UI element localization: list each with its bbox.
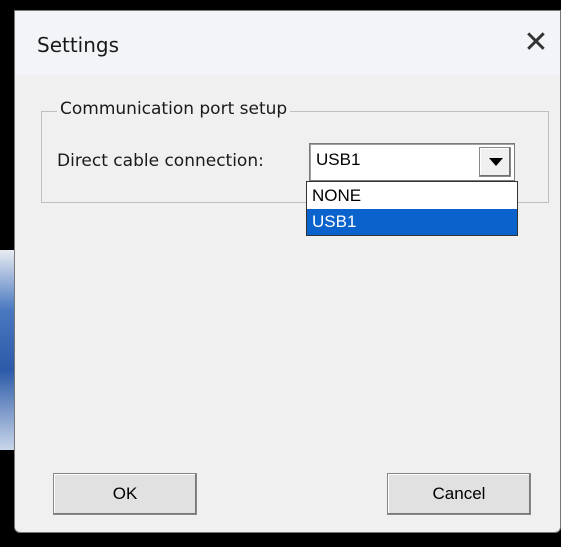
chevron-down-icon [489, 158, 503, 166]
close-icon: ✕ [523, 25, 549, 60]
close-button[interactable]: ✕ [512, 19, 560, 69]
title-bar: Settings ✕ [15, 11, 560, 75]
combobox-selected-value: USB1 [316, 150, 361, 169]
ok-button[interactable]: OK [53, 473, 197, 515]
dialog-title: Settings [37, 33, 120, 57]
dropdown-option-none[interactable]: NONE [307, 183, 517, 209]
combobox-dropdown-button[interactable] [479, 147, 511, 177]
background-window-edge [0, 250, 14, 450]
cancel-button[interactable]: Cancel [387, 473, 531, 515]
combobox-dropdown-list: NONE USB1 [306, 181, 518, 236]
dropdown-option-usb1[interactable]: USB1 [307, 209, 517, 235]
settings-dialog: Settings ✕ Communication port setup Dire… [14, 10, 561, 533]
direct-cable-connection-combobox[interactable]: USB1 [309, 143, 515, 181]
groupbox-legend: Communication port setup [57, 99, 291, 119]
direct-cable-connection-label: Direct cable connection: [57, 151, 264, 171]
